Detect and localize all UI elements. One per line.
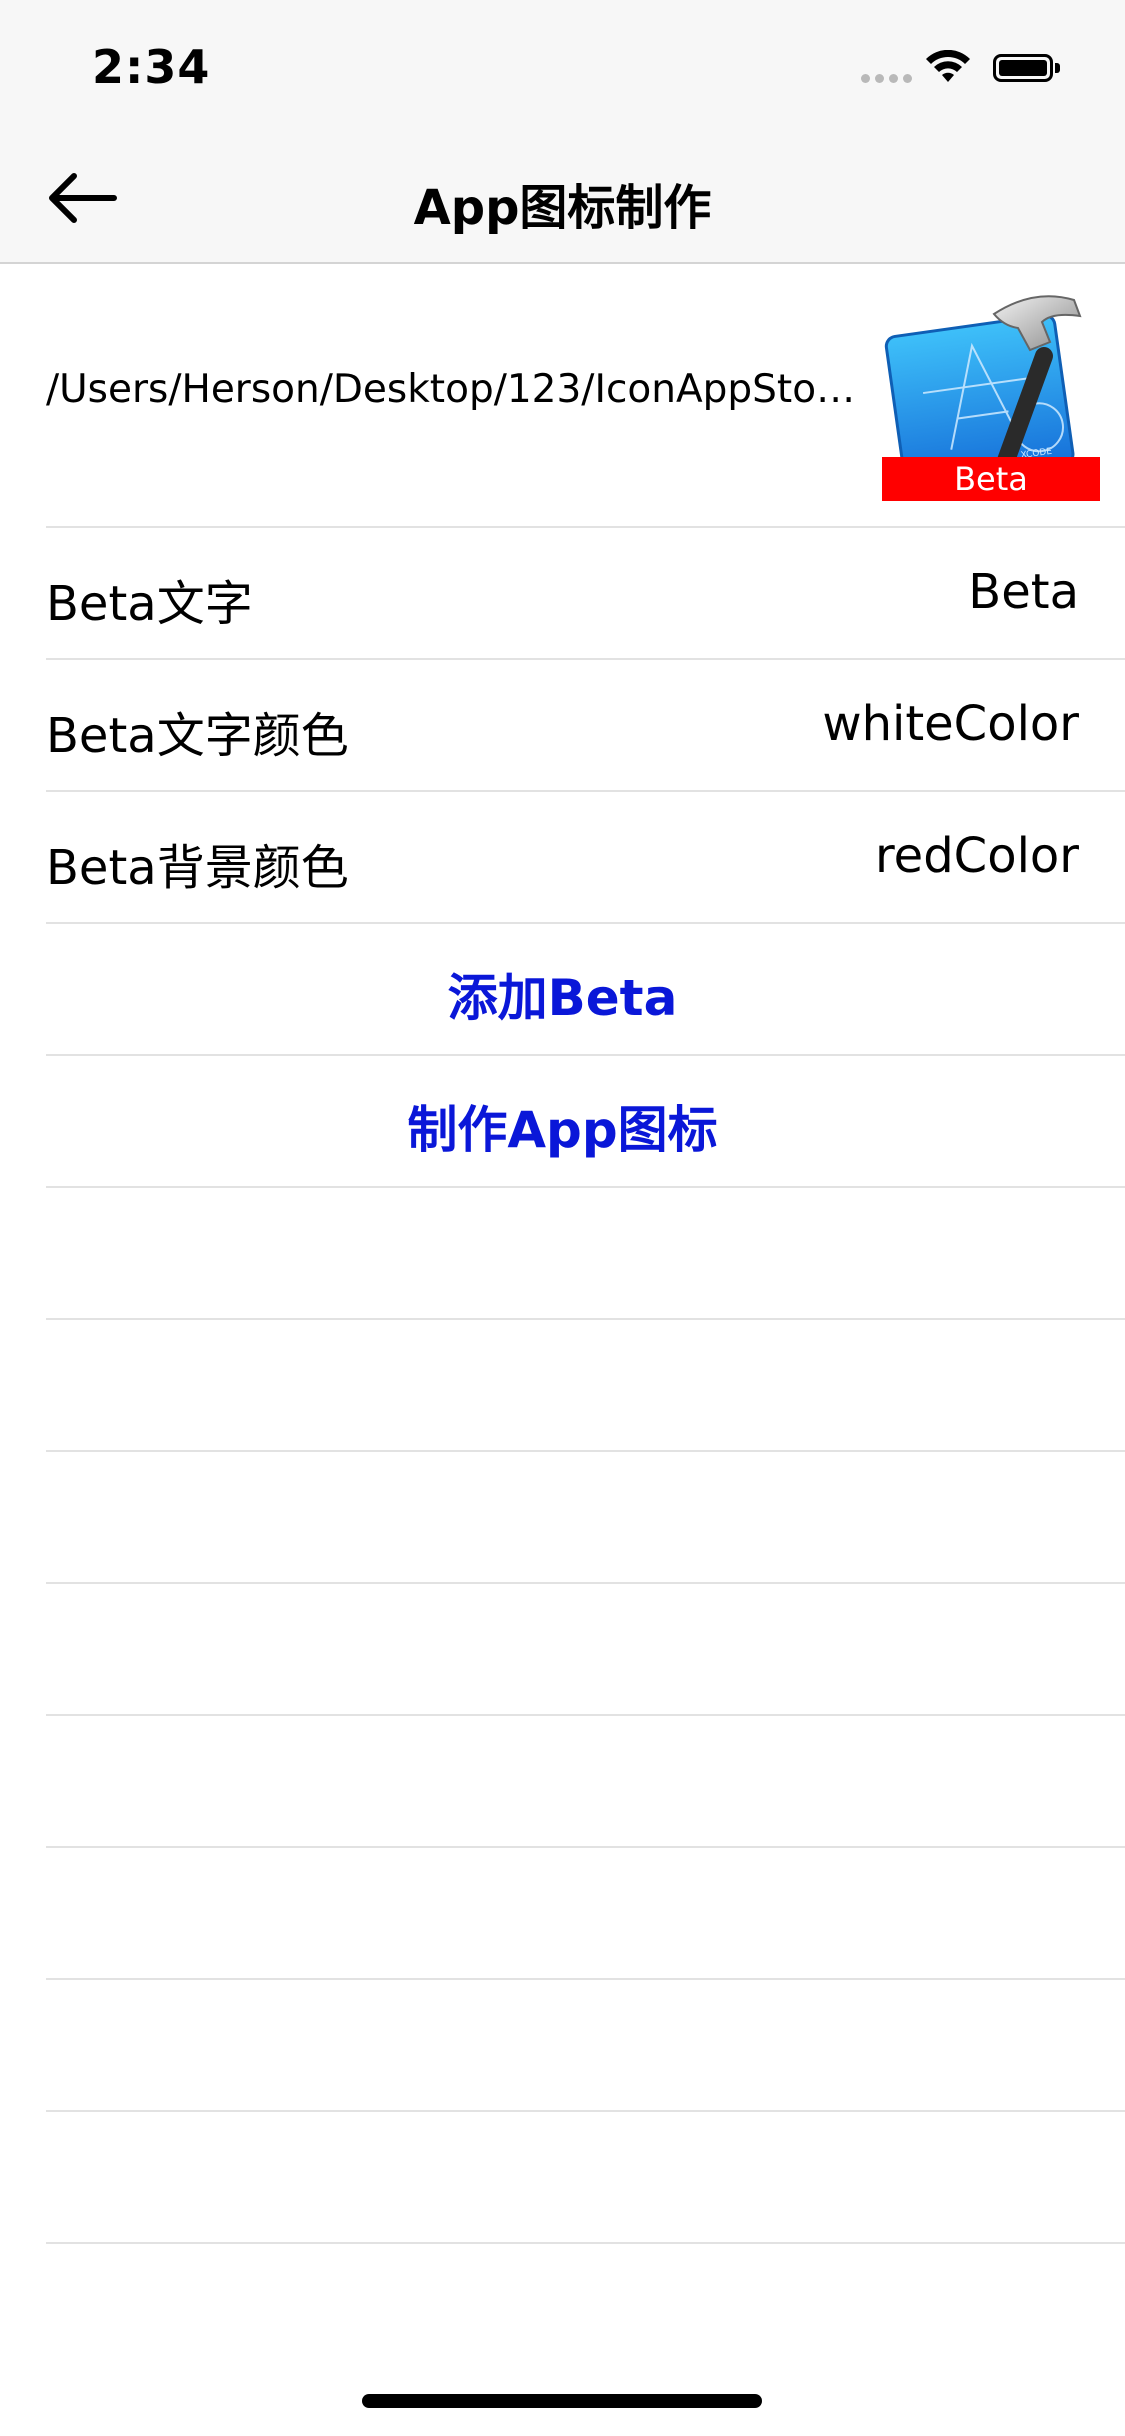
- beta-badge: Beta: [882, 457, 1100, 501]
- beta-background-color-value: redColor: [875, 828, 1079, 884]
- navigation-bar: App图标制作: [0, 132, 1125, 264]
- add-beta-label: 添加Beta: [447, 969, 678, 1027]
- icon-file-path: /Users/Herson/Desktop/123/IconAppStore.p…: [46, 367, 856, 412]
- beta-background-color-row[interactable]: Beta背景颜色 redColor: [46, 792, 1125, 924]
- battery-icon: [993, 54, 1063, 84]
- beta-background-color-label: Beta背景颜色: [46, 840, 349, 896]
- make-app-icon-label: 制作App图标: [407, 1101, 718, 1159]
- status-time: 2:34: [92, 40, 211, 94]
- status-icons: [861, 50, 1081, 90]
- make-app-icon-button[interactable]: 制作App图标: [46, 1056, 1125, 1188]
- beta-text-color-row[interactable]: Beta文字颜色 whiteColor: [46, 660, 1125, 792]
- empty-row: [46, 1452, 1125, 1584]
- empty-row: [46, 1320, 1125, 1452]
- empty-row: [46, 1716, 1125, 1848]
- icon-file-row[interactable]: /Users/Herson/Desktop/123/IconAppStore.p…: [46, 264, 1125, 528]
- beta-text-color-value: whiteColor: [822, 696, 1079, 752]
- wifi-icon: [926, 50, 970, 82]
- status-bar: 2:34: [0, 0, 1125, 132]
- empty-row: [46, 1188, 1125, 1320]
- empty-row: [46, 1848, 1125, 1980]
- add-beta-button[interactable]: 添加Beta: [46, 924, 1125, 1056]
- beta-badge-text: Beta: [954, 460, 1028, 498]
- empty-row: [46, 1584, 1125, 1716]
- empty-row: [46, 2112, 1125, 2244]
- home-indicator[interactable]: [362, 2394, 762, 2408]
- settings-list: /Users/Herson/Desktop/123/IconAppStore.p…: [0, 264, 1125, 2244]
- beta-text-row[interactable]: Beta文字 Beta: [46, 528, 1125, 660]
- empty-row: [46, 1980, 1125, 2112]
- beta-text-label: Beta文字: [46, 576, 253, 632]
- cellular-signal-icon: [861, 74, 912, 83]
- page-title: App图标制作: [413, 180, 712, 236]
- beta-text-color-label: Beta文字颜色: [46, 708, 349, 764]
- beta-text-value: Beta: [968, 564, 1079, 620]
